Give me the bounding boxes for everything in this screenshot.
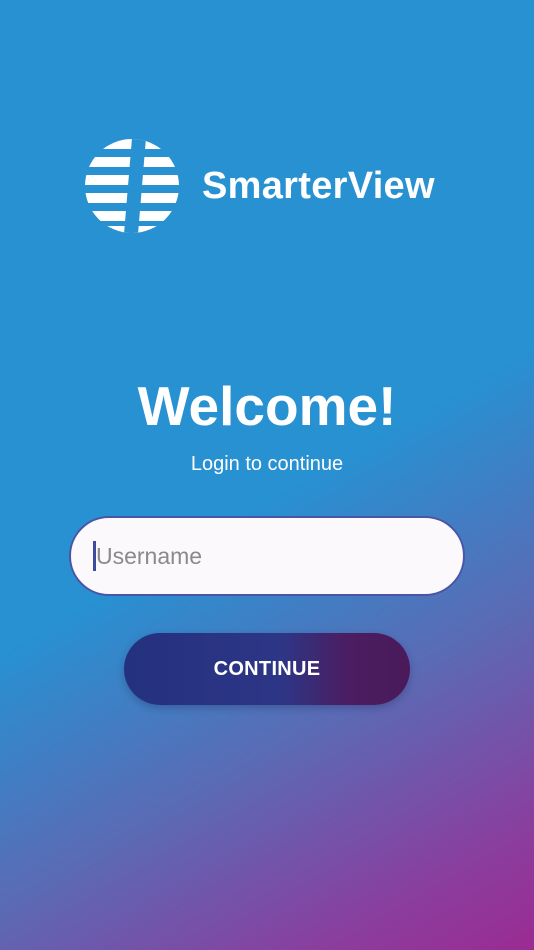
username-input[interactable] (96, 542, 436, 570)
brand-logo: SmarterView (84, 138, 454, 234)
welcome-title: Welcome! (137, 375, 397, 437)
login-subtitle: Login to continue (190, 453, 344, 475)
login-screen: SmarterView Welcome! Login to continue C… (0, 0, 534, 950)
continue-button[interactable]: CONTINUE (124, 633, 410, 705)
brand-name: SmarterView (202, 164, 435, 207)
username-field[interactable] (69, 516, 465, 596)
striped-globe-icon (85, 139, 179, 233)
